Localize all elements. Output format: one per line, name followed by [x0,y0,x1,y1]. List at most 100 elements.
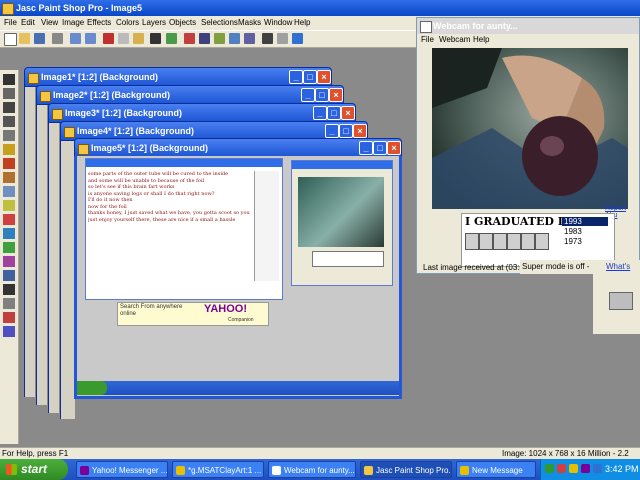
menu-colors[interactable]: Colors [116,16,139,30]
clone-tool-icon[interactable] [3,186,15,197]
task-label: Jasc Paint Shop Pro... [376,466,452,475]
selection-tool-icon[interactable] [3,130,15,141]
task-new-message[interactable]: New Message [456,461,536,478]
tool-icon-7[interactable] [277,33,288,44]
tray-icon[interactable] [593,464,602,473]
maximize-button[interactable]: □ [373,141,387,155]
image5-window[interactable]: Image5* [1:2] (Background) _ □ × [74,138,402,158]
shape-tool-icon[interactable] [3,298,15,309]
browse-icon[interactable] [166,33,177,44]
text-tool-icon[interactable] [3,284,15,295]
preset-shape-icon[interactable] [3,312,15,323]
task-paint-shop-pro[interactable]: Jasc Paint Shop Pro... [360,461,452,478]
graduated-ad[interactable]: I GRADUATED IN: 1993 1983 1973 [461,213,615,267]
retouch-tool-icon[interactable] [3,200,15,211]
menu-file[interactable]: File [4,16,17,30]
eraser-tool-icon[interactable] [3,214,15,225]
screen-icon[interactable] [150,33,161,44]
image3-window[interactable]: Image3* [1:2] (Background) _ □ × [48,103,356,123]
close-button[interactable]: × [317,70,331,84]
minimize-button[interactable]: _ [301,88,315,102]
task-webcam[interactable]: Webcam for aunty... [268,461,356,478]
tool-icon-4[interactable] [229,33,240,44]
menu-window[interactable]: Window [264,16,292,30]
menu-view[interactable]: View [41,16,58,30]
chat-userlist [254,171,279,281]
save-icon[interactable] [34,33,45,44]
webcam-menu-webcam[interactable]: Webcam [439,34,470,46]
cut-icon[interactable] [103,33,114,44]
picture-tube-icon[interactable] [3,256,15,267]
menu-effects[interactable]: Effects [87,16,111,30]
task-label: New Message [472,466,523,475]
close-button[interactable]: × [353,124,367,138]
task-yahoo-messenger[interactable]: Yahoo! Messenger ... [76,461,168,478]
undo-icon[interactable] [70,33,81,44]
minimize-button[interactable]: _ [289,70,303,84]
copy-icon[interactable] [118,33,129,44]
psp-title-bar[interactable]: Jasc Paint Shop Pro - Image5 [0,0,640,16]
tray-icon[interactable] [557,464,566,473]
draw-tool-icon[interactable] [3,326,15,337]
yahoo-companion-bar[interactable]: Search From anywhere online YAHOO! Compa… [117,302,269,326]
minimize-button[interactable]: _ [359,141,373,155]
image5-canvas[interactable]: some parts of the outer tube will be cur… [74,156,402,399]
webcam-window[interactable]: Webcam for aunty... File Webcam Help Rep… [416,17,640,274]
tray-icon[interactable] [581,464,590,473]
new-file-icon[interactable] [4,33,17,46]
task-chat-room[interactable]: *g.MSATClayArt:1 ... [172,461,264,478]
close-button[interactable]: × [341,106,355,120]
maximize-button[interactable]: □ [315,88,329,102]
menu-objects[interactable]: Objects [169,16,196,30]
dropper-tool-icon[interactable] [3,158,15,169]
open-folder-icon[interactable] [19,33,30,44]
print-icon[interactable] [52,33,63,44]
close-button[interactable]: × [387,141,401,155]
lasso-tool-icon[interactable] [3,144,15,155]
webcam-window-shot [291,160,393,286]
menu-help[interactable]: Help [294,16,310,30]
crop-tool-icon[interactable] [3,102,15,113]
tool-icon-2[interactable] [199,33,210,44]
task-label: *g.MSATClayArt:1 ... [188,466,262,475]
tool-icon-5[interactable] [244,33,255,44]
tool-icon-6[interactable] [262,33,273,44]
fill-tool-icon[interactable] [3,242,15,253]
close-button[interactable]: × [329,88,343,102]
menu-layers[interactable]: Layers [142,16,166,30]
image1-window[interactable]: Image1* [1:2] (Background) _ □ × [24,67,332,87]
maximize-button[interactable]: □ [327,106,341,120]
webcam-menu-file[interactable]: File [421,34,434,46]
menu-image[interactable]: Image [62,16,84,30]
companion-label: Companion [228,317,254,323]
maximize-button[interactable]: □ [303,70,317,84]
zoom-tool-icon[interactable] [3,88,15,99]
help-icon[interactable] [292,33,303,44]
webcam-app-icon [420,21,432,33]
image2-window[interactable]: Image2* [1:2] (Background) _ □ × [36,85,344,105]
year-option[interactable]: 1973 [562,237,608,246]
tool-icon-3[interactable] [214,33,225,44]
tray-icon[interactable] [569,464,578,473]
airbrush-tool-icon[interactable] [3,228,15,239]
brush-tool-icon[interactable] [3,172,15,183]
move-tool-icon[interactable] [3,116,15,127]
maximize-button[interactable]: □ [339,124,353,138]
line-tool-icon[interactable] [3,270,15,281]
tray-icon[interactable] [545,464,554,473]
year-option[interactable]: 1983 [562,227,608,236]
color-swatch-icon[interactable] [609,292,633,310]
year-option-selected[interactable]: 1993 [562,217,608,226]
webcam-menu-help[interactable]: Help [473,34,489,46]
tool-icon-1[interactable] [184,33,195,44]
minimize-button[interactable]: _ [325,124,339,138]
menu-edit[interactable]: Edit [21,16,35,30]
arrow-tool-icon[interactable] [3,74,15,85]
start-button[interactable]: start [0,459,68,480]
menu-masks[interactable]: Masks [238,16,261,30]
paste-icon[interactable] [133,33,144,44]
redo-icon[interactable] [85,33,96,44]
minimize-button[interactable]: _ [313,106,327,120]
webcam-title-bar[interactable]: Webcam for aunty... [417,18,639,34]
menu-selections[interactable]: Selections [201,16,238,30]
